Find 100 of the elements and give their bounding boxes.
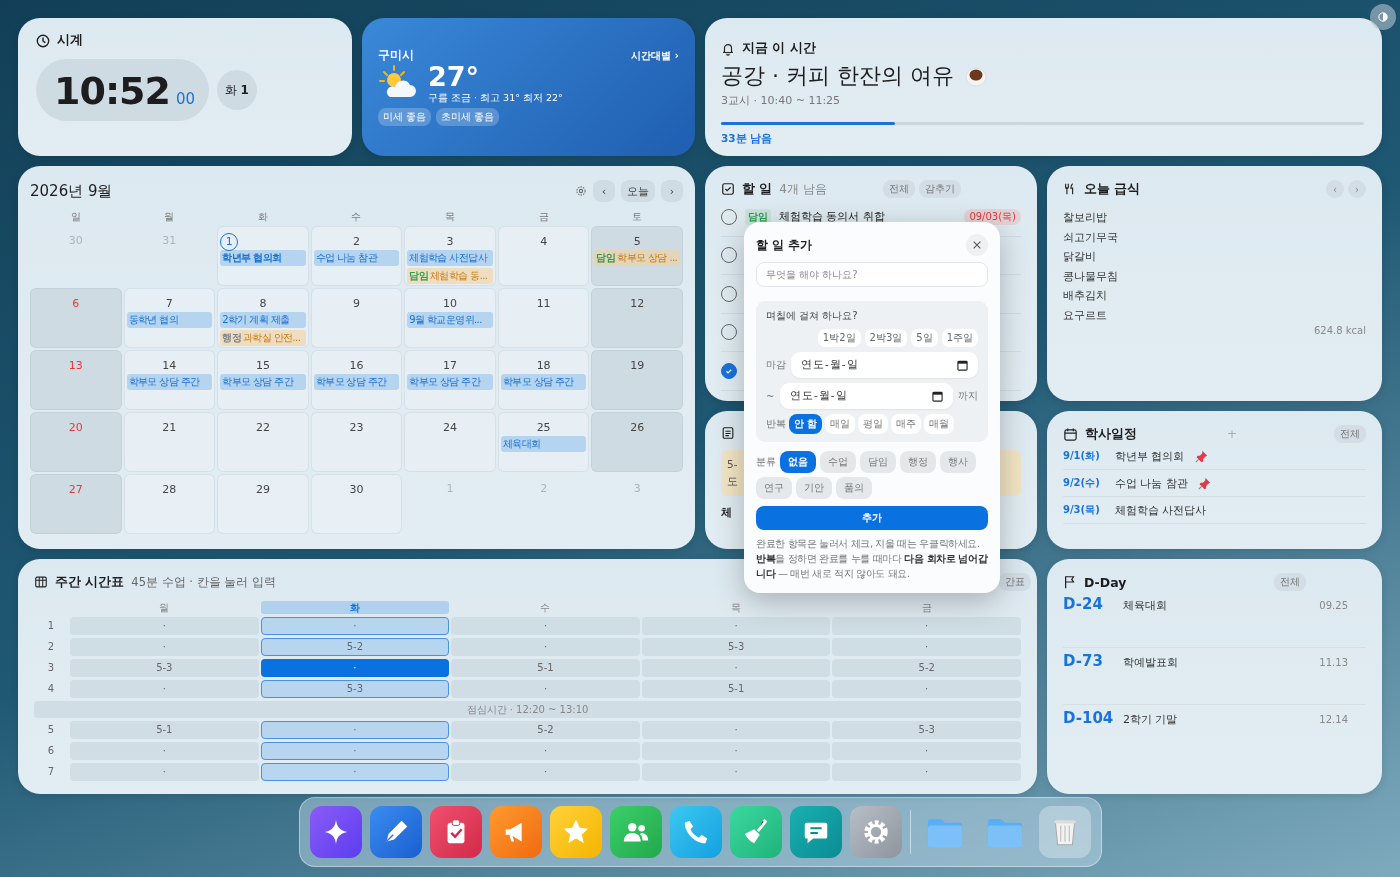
category-option[interactable]: 품의	[836, 477, 872, 499]
timetable-cell[interactable]: ·	[451, 617, 640, 635]
event-chip[interactable]: 수업 나눔 참관	[313, 250, 400, 266]
repeat-option[interactable]: 매주	[891, 414, 922, 434]
task-chip[interactable]: 담임 학부모 상담 ...	[594, 250, 680, 266]
event-chip[interactable]: 학부모 상담 주간	[126, 374, 213, 390]
day-cell[interactable]: 11	[497, 288, 590, 348]
people-app-icon[interactable]	[609, 806, 662, 858]
timetable-cell[interactable]: ·	[70, 617, 259, 635]
timetable-cell[interactable]: ·	[70, 680, 259, 698]
timetable-cell[interactable]: 5-2	[832, 659, 1021, 677]
day-cell[interactable]: 19	[591, 350, 683, 410]
category-option[interactable]: 없음	[780, 451, 816, 473]
day-cell[interactable]: 1 학년부 협의회	[217, 226, 309, 286]
timetable-cell[interactable]: 5-1	[70, 721, 259, 739]
hourly-link[interactable]: 시간대별 ›	[631, 48, 679, 63]
timetable-cell[interactable]: ·	[832, 680, 1021, 698]
day-cell[interactable]: 10 9월 학교운영위...	[404, 288, 496, 348]
timetable-cell[interactable]: ·	[70, 638, 259, 656]
event-chip[interactable]: 학년부 협의회	[220, 250, 306, 266]
previous-month-button[interactable]: ‹	[593, 180, 615, 202]
event-chip[interactable]: 2학기 계획 제출	[220, 312, 306, 328]
broom-app-icon[interactable]	[729, 806, 782, 858]
repeat-option[interactable]: 매일	[825, 414, 856, 434]
sparkle-app-icon[interactable]	[309, 806, 362, 858]
duration-preset-button[interactable]: 1박2일	[817, 329, 861, 347]
task-chip[interactable]: 행정 과학실 안전...	[220, 330, 306, 346]
view-all-button[interactable]: 전체	[1274, 573, 1306, 591]
megaphone-app-icon[interactable]	[489, 806, 542, 858]
day-cell[interactable]: 2 수업 나눔 참관	[310, 226, 403, 286]
todo-checkbox[interactable]	[721, 362, 737, 379]
category-option[interactable]: 담임	[860, 451, 896, 473]
duration-preset-button[interactable]: 5일	[911, 329, 938, 347]
timetable-cell[interactable]: ·	[641, 763, 831, 781]
timetable-cell[interactable]: ·	[832, 742, 1021, 760]
timetable-cell[interactable]: ·	[451, 763, 640, 781]
day-cell[interactable]: 15 학부모 상담 주간	[217, 350, 309, 410]
event-chip[interactable]: 9월 학교운영위...	[407, 312, 493, 328]
timetable-cell[interactable]: ·	[451, 742, 640, 760]
timetable-cell[interactable]: ·	[260, 721, 450, 739]
day-cell[interactable]: 22	[217, 412, 309, 472]
event-chip[interactable]: 학부모 상담 주간	[407, 374, 493, 390]
previous-day-button[interactable]: ‹	[1326, 180, 1344, 198]
event-chip[interactable]: 동학년 협의	[126, 312, 213, 328]
due-date-field[interactable]: 연도-월-일	[791, 352, 978, 378]
timetable-cell[interactable]: ·	[260, 617, 450, 635]
timetable-cell[interactable]: 5-3	[70, 659, 259, 677]
todo-input-field[interactable]: 무엇을 해야 하나요?	[756, 262, 988, 287]
event-chip[interactable]: 체험학습 사전답사	[407, 250, 493, 266]
category-option[interactable]: 연구	[756, 477, 792, 499]
next-month-button[interactable]: ›	[661, 180, 683, 202]
category-option[interactable]: 기안	[796, 477, 832, 499]
timetable-cell[interactable]: ·	[260, 659, 450, 677]
filter-button[interactable]: 감추기	[919, 180, 961, 198]
day-cell[interactable]: 27	[30, 474, 122, 534]
event-chip[interactable]: 체육대회	[500, 436, 587, 452]
duration-preset-button[interactable]: 1주일	[941, 329, 978, 347]
timetable-cell[interactable]: ·	[641, 742, 831, 760]
day-cell[interactable]: 18 학부모 상담 주간	[497, 350, 590, 410]
timetable-cell[interactable]: 5-2	[260, 638, 450, 656]
event-chip[interactable]: 학부모 상담 주간	[500, 374, 587, 390]
theme-toggle-button[interactable]	[1370, 4, 1396, 30]
event-chip[interactable]: 학부모 상담 주간	[220, 374, 306, 390]
day-cell[interactable]: 13	[30, 350, 122, 410]
view-all-button[interactable]: 전체	[1334, 425, 1366, 443]
today-button[interactable]: 오늘	[621, 180, 655, 202]
day-cell[interactable]: 14 학부모 상담 주간	[123, 350, 216, 410]
end-date-field[interactable]: 연도-월-일	[780, 383, 953, 409]
timetable-cell[interactable]: ·	[70, 763, 259, 781]
settings-icon[interactable]	[575, 185, 587, 197]
day-cell[interactable]: 23	[310, 412, 403, 472]
day-cell[interactable]: 6	[30, 288, 122, 348]
day-cell[interactable]: 17 학부모 상담 주간	[404, 350, 496, 410]
repeat-option[interactable]: 안 함	[789, 414, 823, 434]
timetable-cell[interactable]: ·	[641, 659, 831, 677]
todo-text[interactable]: 체험학습 동의서 취합	[779, 209, 885, 225]
repeat-option[interactable]: 매월	[924, 414, 955, 434]
settings-app-icon[interactable]	[849, 806, 902, 858]
task-chip[interactable]: 담임 체험학습 동...	[407, 268, 493, 284]
timetable-cell[interactable]: ·	[70, 742, 259, 760]
star-app-icon[interactable]	[549, 806, 602, 858]
timetable-cell[interactable]: 5-3	[832, 721, 1021, 739]
close-button[interactable]	[966, 234, 988, 256]
day-cell[interactable]: 21	[123, 412, 216, 472]
timetable-cell[interactable]: ·	[832, 763, 1021, 781]
timetable-cell[interactable]: ·	[641, 617, 831, 635]
timetable-cell[interactable]: 5-2	[451, 721, 640, 739]
timetable-button[interactable]: 간표	[999, 573, 1031, 591]
category-option[interactable]: 수업	[820, 451, 856, 473]
timetable-cell[interactable]: ·	[260, 742, 450, 760]
timetable-cell[interactable]: ·	[260, 763, 450, 781]
timetable-cell[interactable]: ·	[832, 617, 1021, 635]
day-cell[interactable]: 9	[310, 288, 403, 348]
day-cell[interactable]: 4	[497, 226, 590, 286]
filter-button[interactable]: 전체	[883, 180, 915, 198]
day-cell[interactable]: 28	[123, 474, 216, 534]
chat-app-icon[interactable]	[789, 806, 842, 858]
next-day-button[interactable]: ›	[1348, 180, 1366, 198]
clipboard-app-icon[interactable]	[429, 806, 482, 858]
category-option[interactable]: 행정	[900, 451, 936, 473]
